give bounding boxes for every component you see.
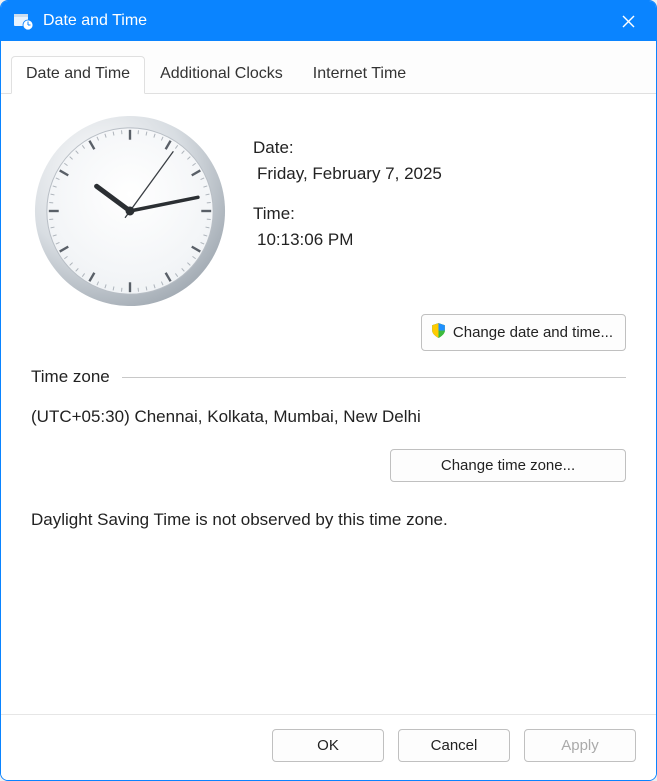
tab-content: Date: Friday, February 7, 2025 Time: 10:… <box>1 94 656 714</box>
date-value: Friday, February 7, 2025 <box>253 164 626 184</box>
change-date-time-button[interactable]: Change date and time... <box>421 314 626 351</box>
date-time-dialog: Date and Time Date and Time Additional C… <box>0 0 657 781</box>
titlebar: Date and Time <box>1 1 656 41</box>
dst-note: Daylight Saving Time is not observed by … <box>31 510 626 530</box>
date-label: Date: <box>253 138 626 158</box>
apply-button: Apply <box>524 729 636 762</box>
cancel-button[interactable]: Cancel <box>398 729 510 762</box>
time-label: Time: <box>253 204 626 224</box>
timezone-value: (UTC+05:30) Chennai, Kolkata, Mumbai, Ne… <box>31 407 626 427</box>
dialog-footer: OK Cancel Apply <box>1 714 656 780</box>
divider <box>122 377 626 378</box>
tab-additional-clocks[interactable]: Additional Clocks <box>145 56 298 94</box>
datetime-app-icon <box>13 11 33 31</box>
shield-icon <box>430 322 447 343</box>
change-date-time-label: Change date and time... <box>453 324 613 341</box>
tab-strip: Date and Time Additional Clocks Internet… <box>1 41 656 94</box>
tab-internet-time[interactable]: Internet Time <box>298 56 421 94</box>
close-icon[interactable] <box>608 1 648 41</box>
change-timezone-button[interactable]: Change time zone... <box>390 449 626 482</box>
timezone-heading: Time zone <box>31 367 626 387</box>
ok-button[interactable]: OK <box>272 729 384 762</box>
timezone-heading-text: Time zone <box>31 367 110 387</box>
analog-clock <box>31 112 229 310</box>
time-value: 10:13:06 PM <box>253 230 626 250</box>
window-title: Date and Time <box>43 12 608 30</box>
tab-date-and-time[interactable]: Date and Time <box>11 56 145 94</box>
